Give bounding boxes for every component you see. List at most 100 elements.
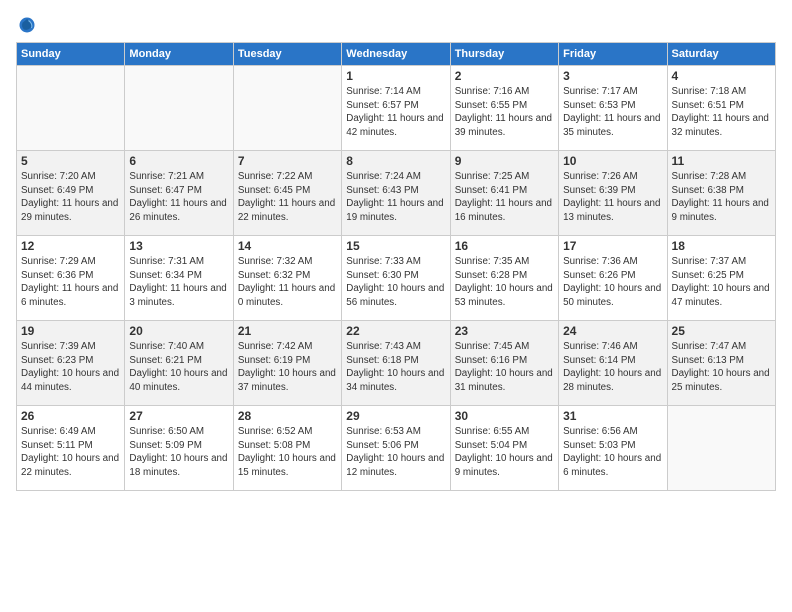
day-info: Sunrise: 7:32 AM Sunset: 6:32 PM Dayligh… bbox=[238, 255, 337, 310]
day-info: Sunrise: 6:49 AM Sunset: 5:11 PM Dayligh… bbox=[21, 425, 120, 480]
calendar-day-27: 27 Sunrise: 6:50 AM Sunset: 5:09 PM Dayli… bbox=[125, 406, 233, 491]
calendar-day-24: 24 Sunrise: 7:46 AM Sunset: 6:14 PM Dayli… bbox=[559, 321, 667, 406]
calendar-day-2: 2 Sunrise: 7:16 AM Sunset: 6:55 PM Daylig… bbox=[450, 66, 558, 151]
day-header-wednesday: Wednesday bbox=[342, 43, 450, 66]
day-number: 18 bbox=[672, 239, 771, 253]
calendar-day-18: 18 Sunrise: 7:37 AM Sunset: 6:25 PM Dayli… bbox=[667, 236, 775, 321]
day-header-sunday: Sunday bbox=[17, 43, 125, 66]
calendar-day-3: 3 Sunrise: 7:17 AM Sunset: 6:53 PM Daylig… bbox=[559, 66, 667, 151]
calendar-day-30: 30 Sunrise: 6:55 AM Sunset: 5:04 PM Dayli… bbox=[450, 406, 558, 491]
calendar-day-28: 28 Sunrise: 6:52 AM Sunset: 5:08 PM Dayli… bbox=[233, 406, 341, 491]
day-info: Sunrise: 7:17 AM Sunset: 6:53 PM Dayligh… bbox=[563, 85, 662, 140]
calendar-day-11: 11Sunrise: 7:28 AM Sunset: 6:38 PM Dayli… bbox=[667, 151, 775, 236]
day-info: Sunrise: 7:28 AM Sunset: 6:38 PM Dayligh… bbox=[672, 170, 771, 225]
day-number: 4 bbox=[672, 69, 771, 83]
day-number: 23 bbox=[455, 324, 554, 338]
calendar-week-row: 19 Sunrise: 7:39 AM Sunset: 6:23 PM Dayli… bbox=[17, 321, 776, 406]
day-number: 3 bbox=[563, 69, 662, 83]
day-number: 7 bbox=[238, 154, 337, 168]
day-number: 10 bbox=[563, 154, 662, 168]
calendar-week-row: 1 Sunrise: 7:14 AM Sunset: 6:57 PM Daylig… bbox=[17, 66, 776, 151]
day-info: Sunrise: 7:39 AM Sunset: 6:23 PM Dayligh… bbox=[21, 340, 120, 395]
logo-icon bbox=[18, 16, 36, 34]
day-number: 12 bbox=[21, 239, 120, 253]
day-number: 15 bbox=[346, 239, 445, 253]
calendar-day-7: 7 Sunrise: 7:22 AM Sunset: 6:45 PM Daylig… bbox=[233, 151, 341, 236]
day-number: 6 bbox=[129, 154, 228, 168]
day-info: Sunrise: 6:55 AM Sunset: 5:04 PM Dayligh… bbox=[455, 425, 554, 480]
day-info: Sunrise: 7:20 AM Sunset: 6:49 PM Dayligh… bbox=[21, 170, 120, 225]
day-header-tuesday: Tuesday bbox=[233, 43, 341, 66]
calendar-day-12: 12 Sunrise: 7:29 AM Sunset: 6:36 PM Dayli… bbox=[17, 236, 125, 321]
day-info: Sunrise: 7:16 AM Sunset: 6:55 PM Dayligh… bbox=[455, 85, 554, 140]
day-number: 8 bbox=[346, 154, 445, 168]
page-header bbox=[16, 16, 776, 34]
calendar-week-row: 26 Sunrise: 6:49 AM Sunset: 5:11 PM Dayli… bbox=[17, 406, 776, 491]
day-number: 2 bbox=[455, 69, 554, 83]
day-info: Sunrise: 7:42 AM Sunset: 6:19 PM Dayligh… bbox=[238, 340, 337, 395]
calendar-day-6: 6Sunrise: 7:21 AM Sunset: 6:47 PM Daylig… bbox=[125, 151, 233, 236]
calendar-day-4: 4 Sunrise: 7:18 AM Sunset: 6:51 PM Daylig… bbox=[667, 66, 775, 151]
calendar-day-17: 17 Sunrise: 7:36 AM Sunset: 6:26 PM Dayli… bbox=[559, 236, 667, 321]
calendar-header-row: SundayMondayTuesdayWednesdayThursdayFrid… bbox=[17, 43, 776, 66]
day-info: Sunrise: 7:26 AM Sunset: 6:39 PM Dayligh… bbox=[563, 170, 662, 225]
calendar-day-empty bbox=[125, 66, 233, 151]
day-info: Sunrise: 6:56 AM Sunset: 5:03 PM Dayligh… bbox=[563, 425, 662, 480]
day-info: Sunrise: 7:45 AM Sunset: 6:16 PM Dayligh… bbox=[455, 340, 554, 395]
calendar-day-26: 26 Sunrise: 6:49 AM Sunset: 5:11 PM Dayli… bbox=[17, 406, 125, 491]
day-info: Sunrise: 7:46 AM Sunset: 6:14 PM Dayligh… bbox=[563, 340, 662, 395]
calendar-day-31: 31 Sunrise: 6:56 AM Sunset: 5:03 PM Dayli… bbox=[559, 406, 667, 491]
day-info: Sunrise: 7:33 AM Sunset: 6:30 PM Dayligh… bbox=[346, 255, 445, 310]
day-number: 28 bbox=[238, 409, 337, 423]
day-number: 31 bbox=[563, 409, 662, 423]
calendar-day-8: 8Sunrise: 7:24 AM Sunset: 6:43 PM Daylig… bbox=[342, 151, 450, 236]
day-number: 26 bbox=[21, 409, 120, 423]
day-number: 25 bbox=[672, 324, 771, 338]
calendar-day-empty bbox=[667, 406, 775, 491]
day-number: 9 bbox=[455, 154, 554, 168]
day-number: 1 bbox=[346, 69, 445, 83]
calendar-day-15: 15 Sunrise: 7:33 AM Sunset: 6:30 PM Dayli… bbox=[342, 236, 450, 321]
day-number: 29 bbox=[346, 409, 445, 423]
day-info: Sunrise: 7:18 AM Sunset: 6:51 PM Dayligh… bbox=[672, 85, 771, 140]
calendar-day-1: 1 Sunrise: 7:14 AM Sunset: 6:57 PM Daylig… bbox=[342, 66, 450, 151]
calendar-day-empty bbox=[233, 66, 341, 151]
day-info: Sunrise: 6:53 AM Sunset: 5:06 PM Dayligh… bbox=[346, 425, 445, 480]
day-number: 27 bbox=[129, 409, 228, 423]
day-info: Sunrise: 7:22 AM Sunset: 6:45 PM Dayligh… bbox=[238, 170, 337, 225]
calendar-day-empty bbox=[17, 66, 125, 151]
day-info: Sunrise: 7:40 AM Sunset: 6:21 PM Dayligh… bbox=[129, 340, 228, 395]
day-number: 13 bbox=[129, 239, 228, 253]
day-info: Sunrise: 7:29 AM Sunset: 6:36 PM Dayligh… bbox=[21, 255, 120, 310]
day-header-friday: Friday bbox=[559, 43, 667, 66]
day-header-monday: Monday bbox=[125, 43, 233, 66]
day-info: Sunrise: 7:47 AM Sunset: 6:13 PM Dayligh… bbox=[672, 340, 771, 395]
calendar-day-9: 9Sunrise: 7:25 AM Sunset: 6:41 PM Daylig… bbox=[450, 151, 558, 236]
day-info: Sunrise: 7:36 AM Sunset: 6:26 PM Dayligh… bbox=[563, 255, 662, 310]
day-info: Sunrise: 7:43 AM Sunset: 6:18 PM Dayligh… bbox=[346, 340, 445, 395]
day-info: Sunrise: 7:37 AM Sunset: 6:25 PM Dayligh… bbox=[672, 255, 771, 310]
day-info: Sunrise: 7:31 AM Sunset: 6:34 PM Dayligh… bbox=[129, 255, 228, 310]
day-number: 30 bbox=[455, 409, 554, 423]
calendar-day-19: 19 Sunrise: 7:39 AM Sunset: 6:23 PM Dayli… bbox=[17, 321, 125, 406]
logo bbox=[16, 16, 38, 34]
day-number: 17 bbox=[563, 239, 662, 253]
calendar-table: SundayMondayTuesdayWednesdayThursdayFrid… bbox=[16, 42, 776, 491]
day-header-saturday: Saturday bbox=[667, 43, 775, 66]
calendar-day-10: 10 Sunrise: 7:26 AM Sunset: 6:39 PM Dayli… bbox=[559, 151, 667, 236]
calendar-day-16: 16 Sunrise: 7:35 AM Sunset: 6:28 PM Dayli… bbox=[450, 236, 558, 321]
day-number: 19 bbox=[21, 324, 120, 338]
day-number: 24 bbox=[563, 324, 662, 338]
calendar-week-row: 12 Sunrise: 7:29 AM Sunset: 6:36 PM Dayli… bbox=[17, 236, 776, 321]
day-number: 16 bbox=[455, 239, 554, 253]
day-number: 14 bbox=[238, 239, 337, 253]
day-info: Sunrise: 6:52 AM Sunset: 5:08 PM Dayligh… bbox=[238, 425, 337, 480]
calendar-week-row: 5Sunrise: 7:20 AM Sunset: 6:49 PM Daylig… bbox=[17, 151, 776, 236]
day-info: Sunrise: 7:35 AM Sunset: 6:28 PM Dayligh… bbox=[455, 255, 554, 310]
calendar-day-5: 5Sunrise: 7:20 AM Sunset: 6:49 PM Daylig… bbox=[17, 151, 125, 236]
day-info: Sunrise: 7:14 AM Sunset: 6:57 PM Dayligh… bbox=[346, 85, 445, 140]
day-info: Sunrise: 6:50 AM Sunset: 5:09 PM Dayligh… bbox=[129, 425, 228, 480]
day-header-thursday: Thursday bbox=[450, 43, 558, 66]
day-number: 21 bbox=[238, 324, 337, 338]
calendar-day-13: 13 Sunrise: 7:31 AM Sunset: 6:34 PM Dayli… bbox=[125, 236, 233, 321]
